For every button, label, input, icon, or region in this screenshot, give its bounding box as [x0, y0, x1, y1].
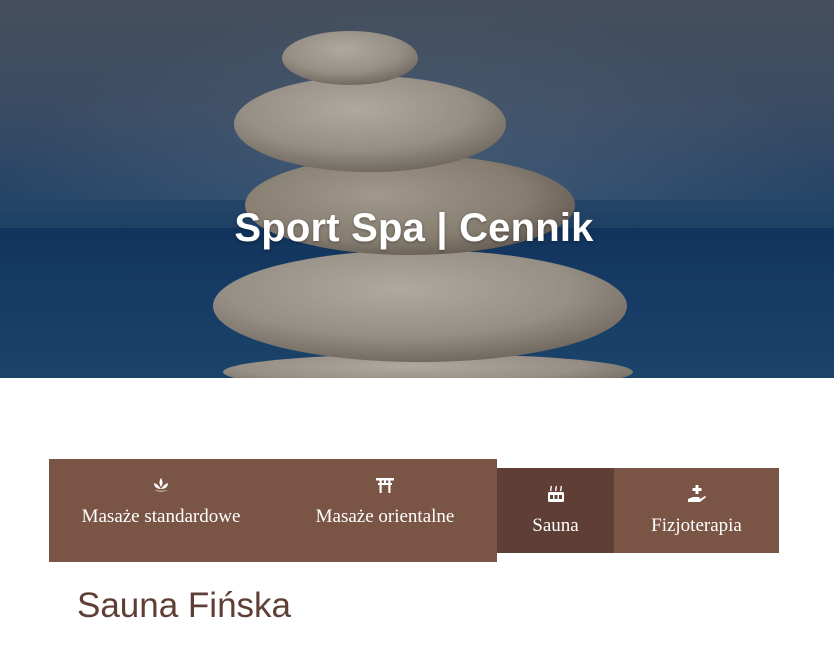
- tab-label: Masaże standardowe: [81, 506, 241, 527]
- page-title: Sport Spa | Cennik: [234, 206, 594, 250]
- tab-masaze-standardowe[interactable]: Masaże standardowe: [49, 459, 273, 562]
- torii-gate-icon: [376, 478, 394, 493]
- tab-sauna[interactable]: Sauna: [497, 468, 614, 553]
- sauna-icon: [547, 485, 564, 502]
- tabs-group-main: Masaże standardowe Masaże orientalne: [49, 459, 497, 562]
- hero-banner: Sport Spa | Cennik: [0, 0, 834, 378]
- section-title: Sauna Fińska: [77, 586, 292, 625]
- hero-overlay: [0, 0, 834, 378]
- tab-label: Fizjoterapia: [651, 515, 742, 536]
- tab-masaze-orientalne[interactable]: Masaże orientalne: [273, 459, 497, 562]
- hand-medical-icon: [687, 485, 706, 502]
- tab-label: Masaże orientalne: [315, 506, 455, 527]
- lotus-icon: [154, 478, 168, 492]
- tab-fizjoterapia[interactable]: Fizjoterapia: [614, 468, 779, 553]
